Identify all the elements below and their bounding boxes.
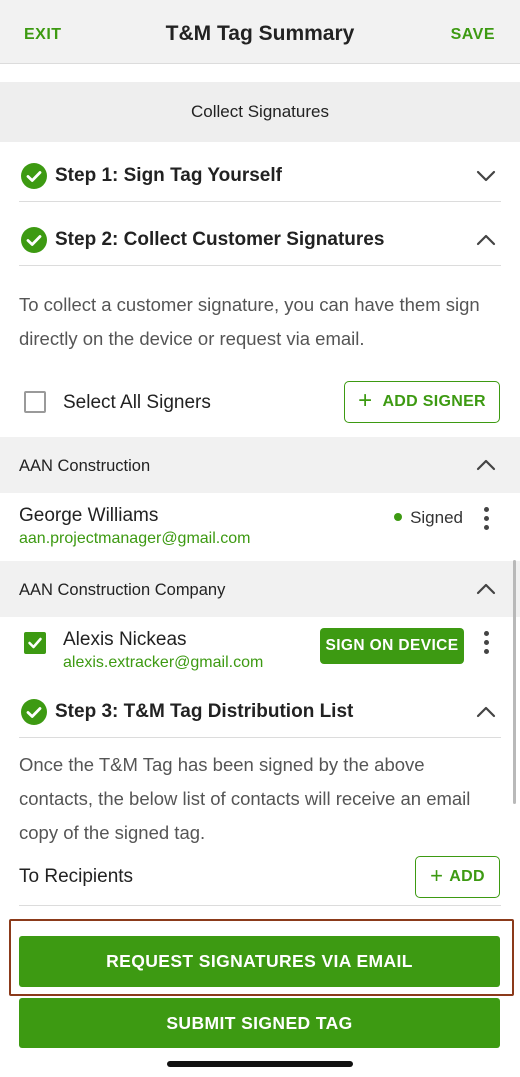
signer-group-header[interactable]: AAN Construction Company	[0, 561, 520, 617]
step-2-description: To collect a customer signature, you can…	[19, 294, 480, 349]
signer-name: Alexis Nickeas	[63, 629, 187, 650]
scrollbar[interactable]	[513, 560, 516, 804]
more-options-icon[interactable]	[483, 631, 489, 657]
chevron-up-icon[interactable]	[476, 704, 496, 720]
divider	[19, 201, 501, 202]
plus-icon: +	[358, 387, 373, 414]
divider	[19, 737, 501, 738]
signer-email: aan.projectmanager@gmail.com	[19, 530, 251, 547]
step-3-header[interactable]: Step 3: T&M Tag Distribution List	[0, 681, 520, 743]
select-all-checkbox[interactable]	[24, 391, 46, 413]
status-badge: Signed	[394, 508, 463, 528]
chevron-up-icon[interactable]	[476, 581, 496, 597]
check-circle-icon	[21, 163, 47, 189]
add-recipient-button[interactable]: + ADD	[415, 856, 500, 898]
checkmark-icon	[28, 637, 42, 649]
submit-signed-tag-button[interactable]: SUBMIT SIGNED TAG	[19, 998, 500, 1048]
chevron-down-icon[interactable]	[476, 168, 496, 184]
chevron-up-icon[interactable]	[476, 232, 496, 248]
section-title: Collect Signatures	[191, 102, 329, 121]
step-2-header[interactable]: Step 2: Collect Customer Signatures	[0, 209, 520, 271]
sign-on-device-button[interactable]: SIGN ON DEVICE	[320, 628, 464, 664]
step-1-label: Step 1: Sign Tag Yourself	[55, 165, 282, 186]
step-3-label: Step 3: T&M Tag Distribution List	[55, 701, 354, 722]
step-2-label: Step 2: Collect Customer Signatures	[55, 229, 385, 250]
group-name: AAN Construction	[19, 457, 151, 475]
step-3-description: Once the T&M Tag has been signed by the …	[19, 754, 471, 843]
check-circle-icon	[21, 227, 47, 253]
request-signatures-button[interactable]: REQUEST SIGNATURES VIA EMAIL	[19, 936, 500, 987]
step-1-header[interactable]: Step 1: Sign Tag Yourself	[0, 145, 520, 207]
signer-group-header[interactable]: AAN Construction	[0, 437, 520, 493]
divider	[19, 265, 501, 266]
signer-name: George Williams	[19, 505, 159, 526]
check-circle-icon	[21, 699, 47, 725]
home-indicator	[167, 1061, 353, 1067]
signer-checkbox[interactable]	[24, 632, 46, 654]
status-dot-icon	[394, 512, 403, 521]
signer-email: alexis.extracker@gmail.com	[63, 654, 264, 671]
page-title: T&M Tag Summary	[165, 22, 355, 45]
plus-icon: +	[430, 863, 444, 888]
add-recipient-label: ADD	[449, 868, 485, 885]
more-options-icon[interactable]	[483, 507, 489, 533]
chevron-up-icon[interactable]	[476, 457, 496, 473]
section-header: Collect Signatures	[0, 82, 520, 142]
select-all-label: Select All Signers	[63, 392, 211, 413]
divider	[19, 905, 501, 906]
status-text: Signed	[410, 508, 463, 527]
top-app-bar: EXIT T&M Tag Summary SAVE	[0, 0, 520, 64]
save-button[interactable]: SAVE	[451, 26, 495, 44]
add-signer-button[interactable]: + ADD SIGNER	[344, 381, 500, 423]
group-name: AAN Construction Company	[19, 581, 226, 599]
to-recipients-label: To Recipients	[19, 866, 134, 887]
add-signer-label: ADD SIGNER	[382, 393, 486, 410]
